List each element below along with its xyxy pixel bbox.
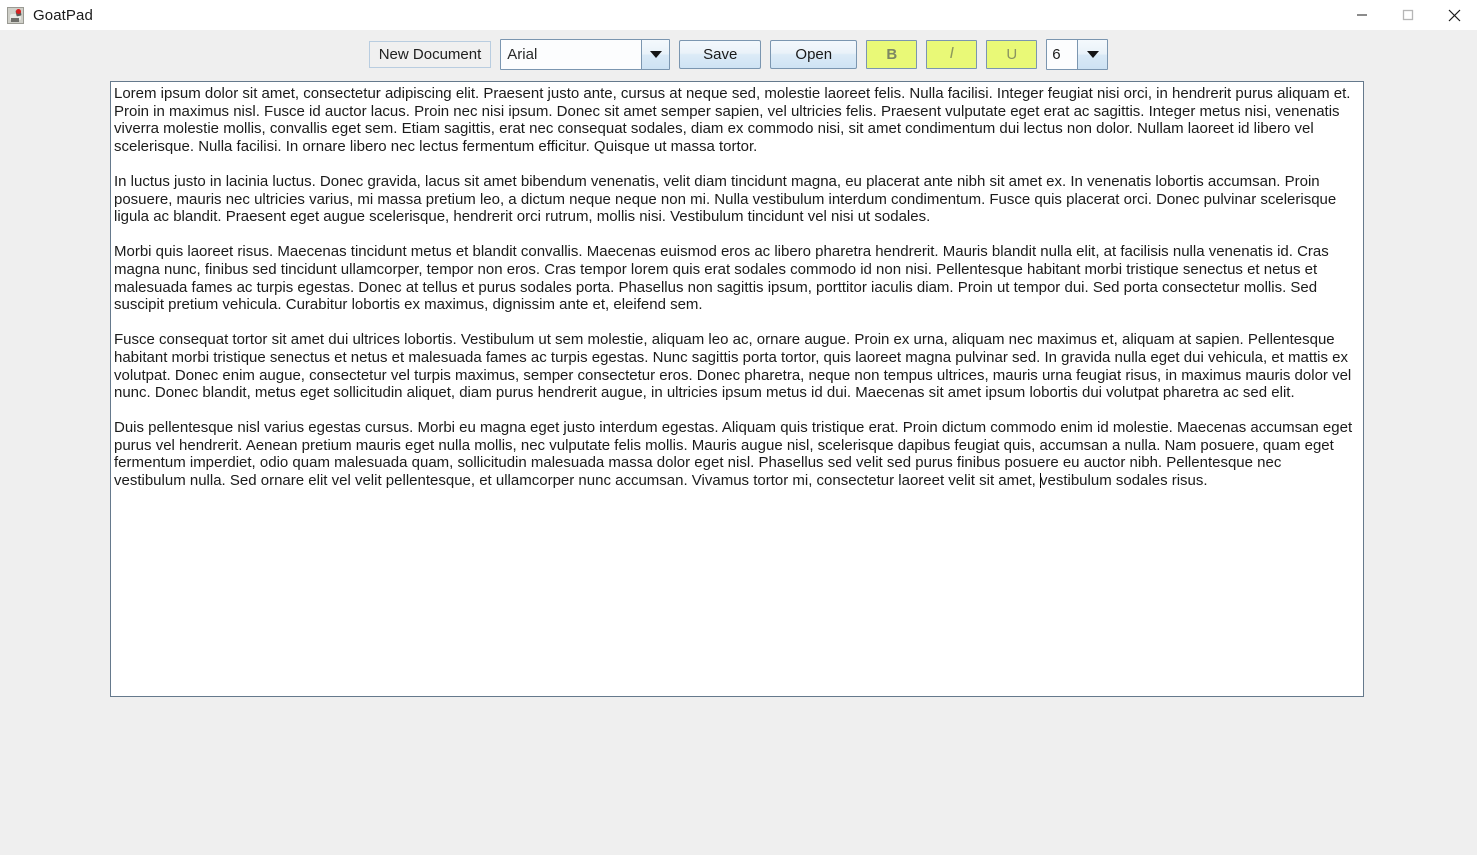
minimize-icon <box>1357 14 1367 16</box>
toolbar: New Document Arial Save Open B I U 6 <box>0 30 1477 78</box>
window-title: GoatPad <box>33 6 93 24</box>
font-family-combobox[interactable]: Arial <box>500 38 671 70</box>
new-document-button[interactable]: New Document <box>368 40 492 68</box>
font-family-value[interactable]: Arial <box>501 39 643 69</box>
underline-button[interactable]: U <box>986 39 1038 69</box>
italic-button[interactable]: I <box>926 39 978 69</box>
minimize-button[interactable] <box>1339 0 1385 30</box>
font-size-combobox[interactable]: 6 <box>1046 38 1109 70</box>
close-icon <box>1448 9 1460 21</box>
save-button[interactable]: Save <box>679 39 762 69</box>
document-paragraph: In luctus justo in lacinia luctus. Donec… <box>114 172 1341 226</box>
goat-app-icon <box>7 6 24 24</box>
chevron-down-icon <box>649 50 662 58</box>
font-family-dropdown-button[interactable] <box>642 39 670 69</box>
title-bar: GoatPad <box>0 0 1477 30</box>
document-text-area[interactable]: Lorem ipsum dolor sit amet, consectetur … <box>110 81 1364 697</box>
document-paragraph: Fusce consequat tortor sit amet dui ultr… <box>114 331 1356 402</box>
chevron-down-icon <box>1086 50 1099 58</box>
maximize-icon <box>1402 9 1414 21</box>
close-button[interactable] <box>1431 0 1477 30</box>
document-text-content[interactable]: Lorem ipsum dolor sit amet, consectetur … <box>111 82 1363 696</box>
window-controls <box>1339 0 1477 30</box>
font-size-dropdown-button[interactable] <box>1078 39 1108 69</box>
font-size-value[interactable]: 6 <box>1047 39 1079 69</box>
text-caret <box>1040 473 1041 489</box>
maximize-button[interactable] <box>1385 0 1431 30</box>
goatpad-window: GoatPad New Document Arial Save Open B I… <box>0 0 1477 855</box>
open-button[interactable]: Open <box>770 39 858 69</box>
document-paragraph: Morbi quis laoreet risus. Maecenas tinci… <box>114 243 1333 314</box>
bold-button[interactable]: B <box>866 39 918 69</box>
document-paragraph: Duis pellentesque nisl varius egestas cu… <box>114 419 1357 490</box>
document-paragraph: Lorem ipsum dolor sit amet, consectetur … <box>114 85 1355 155</box>
